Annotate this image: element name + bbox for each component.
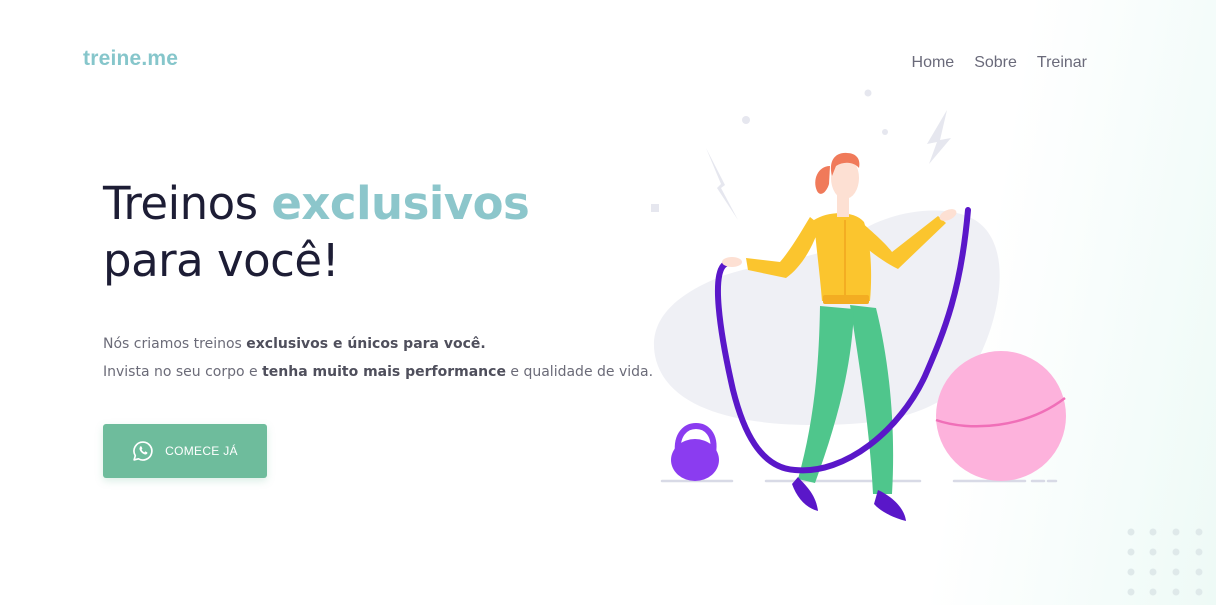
main-nav: Home Sobre Treinar [912,54,1087,72]
decorative-dot-grid [1127,528,1203,596]
ponytail [815,166,830,194]
nav-link-treinar[interactable]: Treinar [1037,54,1087,72]
back-shoe [874,490,906,521]
whatsapp-icon [133,441,153,461]
nav-link-home[interactable]: Home [912,54,955,72]
start-now-label: COMECE JÁ [165,444,238,458]
hero-title-line2: para você! [103,234,340,287]
lightning-bolt-right [927,110,951,164]
hero-title: Treinos exclusivos para você! [103,175,530,289]
hero-title-accent: exclusivos [271,177,530,230]
hero-text-line1-bold: exclusivos e únicos para você. [246,336,486,352]
decor-dot [882,129,888,135]
hero-text-line2-start: Invista no seu corpo e [103,364,263,380]
landing-page: treine.me Home Sobre Treinar Treinos exc… [0,0,1216,605]
decor-dot [742,116,750,124]
hero-text-line1-plain: Nós criamos treinos [103,336,247,352]
exercise-ball [935,351,1066,481]
decor-square [651,204,659,212]
hero-text-line2-end: e qualidade de vida. [505,364,654,380]
left-hand [722,257,742,267]
nav-link-sobre[interactable]: Sobre [974,54,1017,72]
decor-dot [864,89,872,97]
jump-rope-illustration [651,89,1066,521]
hero-description: Nós criamos treinos exclusivos e únicos … [103,330,653,386]
kettlebell [671,422,719,481]
start-now-button[interactable]: COMECE JÁ [103,424,267,478]
hero-title-plain: Treinos [103,177,272,230]
hero-text-line2-bold: tenha muito mais performance [262,364,506,380]
brand-logo[interactable]: treine.me [83,47,178,71]
lightning-bolt-left [706,148,738,220]
